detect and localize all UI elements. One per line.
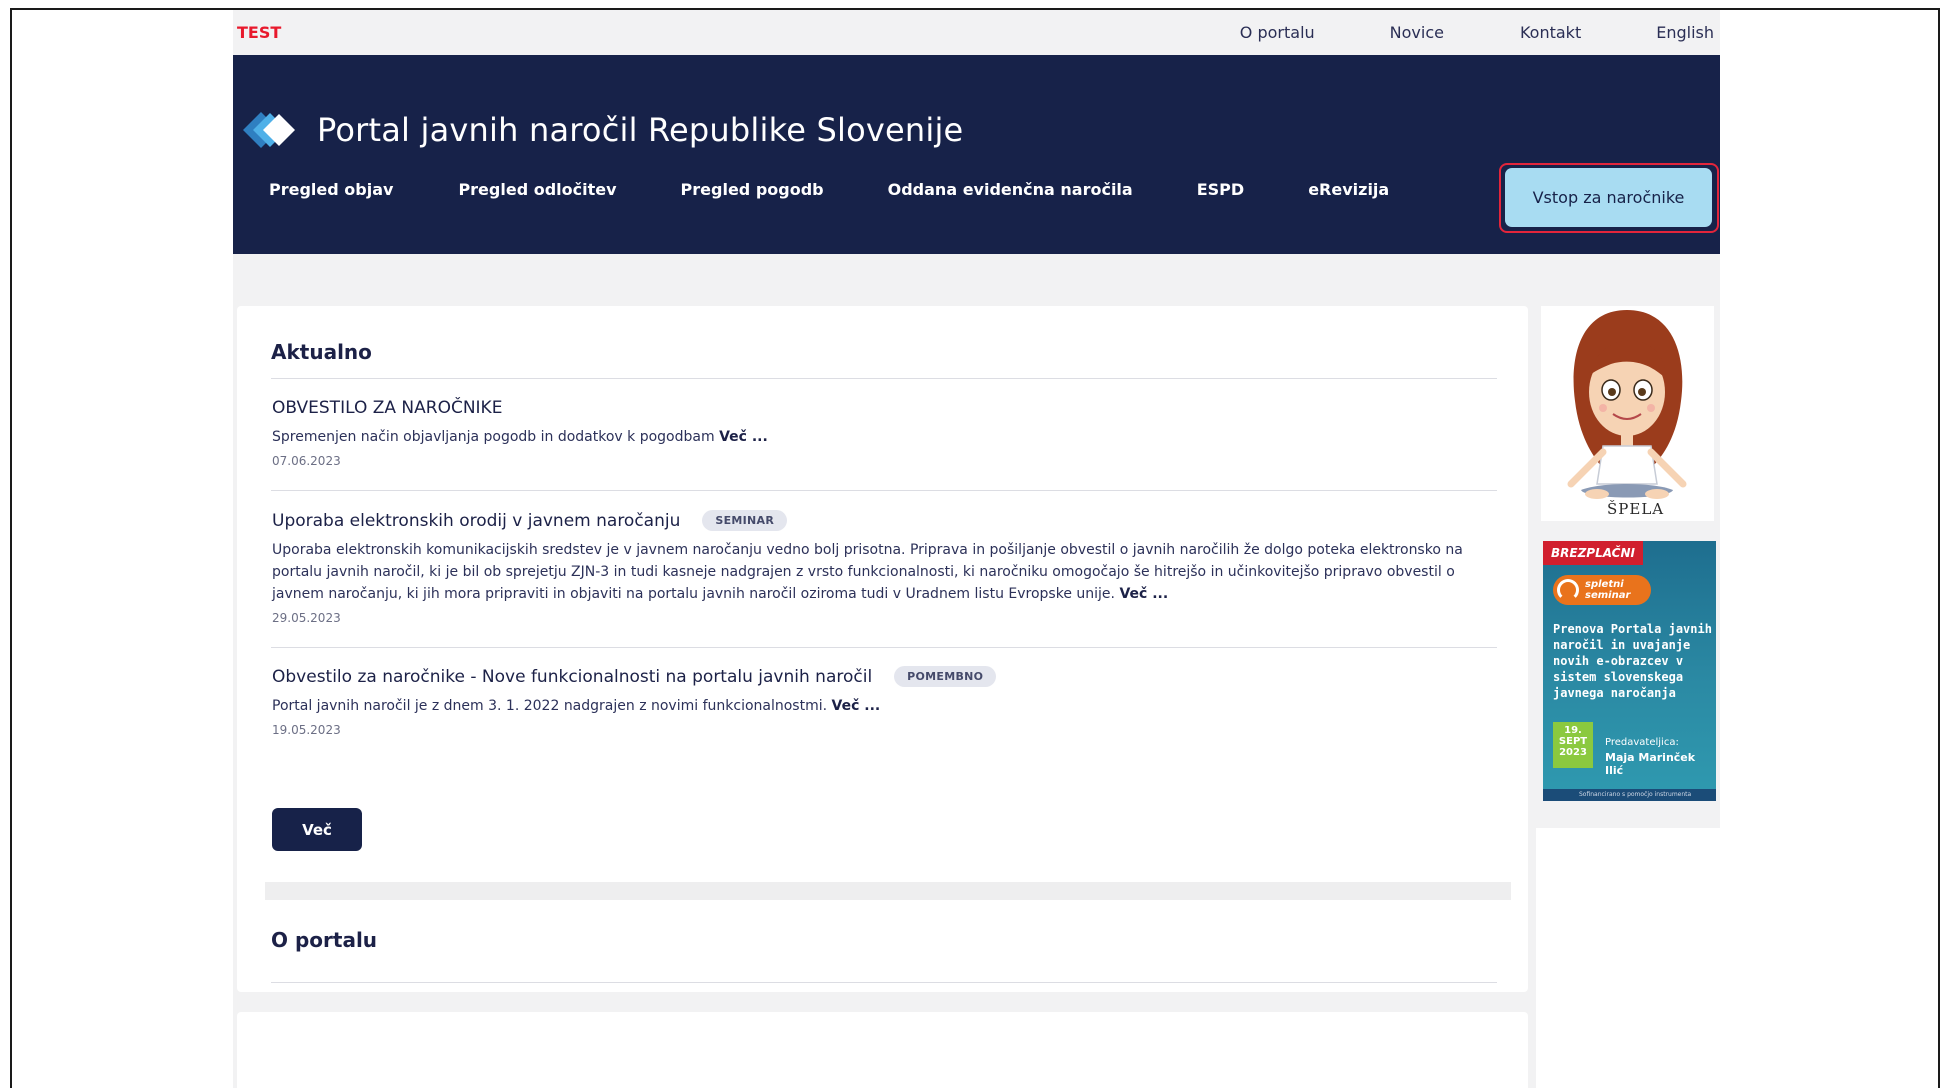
nav-pregled-odlocitev[interactable]: Pregled odločitev bbox=[458, 180, 616, 199]
news-title[interactable]: Uporaba elektronskih orodij v javnem nar… bbox=[272, 510, 1502, 531]
more-link[interactable]: Več ... bbox=[1119, 586, 1168, 602]
nav-pregled-pogodb[interactable]: Pregled pogodb bbox=[681, 180, 824, 199]
divider bbox=[271, 647, 1497, 648]
promo-lecturer-label: Predavateljica: bbox=[1605, 737, 1679, 748]
news-date: 19.05.2023 bbox=[272, 723, 341, 737]
section-title-o-portalu: O portalu bbox=[271, 928, 378, 952]
news-card: Aktualno OBVESTILO ZA NAROČNIKE Spremenj… bbox=[237, 306, 1528, 992]
promo-pill: spletni seminar bbox=[1553, 575, 1651, 605]
promo-lecturer-name: Maja Marinček Ilić bbox=[1605, 751, 1696, 777]
nav-erevizija[interactable]: eRevizija bbox=[1308, 180, 1389, 199]
news-date: 07.06.2023 bbox=[272, 454, 341, 468]
headphones-icon bbox=[1557, 579, 1579, 601]
section-separator bbox=[265, 882, 1511, 900]
news-item: OBVESTILO ZA NAROČNIKE Spremenjen način … bbox=[272, 398, 1502, 468]
promo-pill-text: spletni seminar bbox=[1585, 579, 1631, 601]
site-header: Portal javnih naročil Republike Slovenij… bbox=[233, 55, 1720, 254]
divider bbox=[271, 378, 1497, 379]
promo-tag: BREZPLAČNI bbox=[1543, 541, 1643, 565]
news-date: 29.05.2023 bbox=[272, 611, 341, 625]
sidebar-blank-panel bbox=[1536, 828, 1720, 1088]
page: TEST O portalu Novice Kontakt English Po… bbox=[233, 10, 1720, 1088]
promo-footer: Sofinancirano s pomočjo instrumenta bbox=[1543, 789, 1716, 801]
nav-espd[interactable]: ESPD bbox=[1197, 180, 1244, 199]
nav-oddana-evidencna-narocila[interactable]: Oddana evidenčna naročila bbox=[888, 180, 1133, 199]
divider bbox=[271, 490, 1497, 491]
divider bbox=[271, 982, 1497, 983]
news-summary: Portal javnih naročil je z dnem 3. 1. 20… bbox=[272, 698, 881, 714]
news-title[interactable]: OBVESTILO ZA NAROČNIKE bbox=[272, 398, 1502, 418]
login-button[interactable]: Vstop za naročnike bbox=[1505, 168, 1712, 227]
section-title-aktualno: Aktualno bbox=[271, 340, 372, 364]
top-link-english[interactable]: English bbox=[1656, 23, 1714, 42]
news-item: Obvestilo za naročnike - Nove funkcional… bbox=[272, 666, 1502, 737]
portal-logo-icon[interactable] bbox=[239, 109, 301, 151]
promo-date-month: SEPT bbox=[1558, 736, 1588, 747]
nav-pregled-objav[interactable]: Pregled objav bbox=[269, 180, 393, 199]
promo-date-day: 19. bbox=[1564, 725, 1582, 736]
top-link-kontakt[interactable]: Kontakt bbox=[1520, 23, 1581, 42]
news-summary: Uporaba elektronskih komunikacijskih sre… bbox=[272, 542, 1463, 602]
news-badge: POMEMBNO bbox=[894, 666, 997, 687]
top-bar: TEST O portalu Novice Kontakt English bbox=[233, 10, 1720, 55]
top-links: O portalu Novice Kontakt English bbox=[1240, 23, 1714, 42]
news-badge: SEMINAR bbox=[702, 510, 788, 531]
promo-headline: Prenova Portala javnih naročil in uvajan… bbox=[1553, 622, 1712, 700]
test-environment-label: TEST bbox=[237, 23, 282, 42]
more-news-button[interactable]: Več bbox=[272, 808, 362, 851]
promo-date-badge: 19. SEPT 2023 bbox=[1553, 722, 1593, 768]
news-summary: Spremenjen način objavljanja pogodb in d… bbox=[272, 429, 768, 445]
more-link[interactable]: Več ... bbox=[719, 429, 768, 445]
main-nav: Pregled objav Pregled odločitev Pregled … bbox=[269, 180, 1389, 199]
more-link[interactable]: Več ... bbox=[832, 698, 881, 714]
seminar-promo-banner[interactable]: BREZPLAČNI spletni seminar Prenova Porta… bbox=[1543, 541, 1716, 801]
site-title[interactable]: Portal javnih naročil Republike Slovenij… bbox=[317, 111, 963, 149]
about-card bbox=[237, 1012, 1528, 1088]
promo-date-year: 2023 bbox=[1559, 747, 1587, 758]
top-link-o-portalu[interactable]: O portalu bbox=[1240, 23, 1315, 42]
mascot-caption: ŠPELA bbox=[1607, 500, 1665, 518]
mascot-spela-image[interactable]: ŠPELA bbox=[1541, 306, 1714, 521]
news-item: Uporaba elektronskih orodij v javnem nar… bbox=[272, 510, 1502, 625]
news-title[interactable]: Obvestilo za naročnike - Nove funkcional… bbox=[272, 666, 1502, 687]
mascot-illustration-icon bbox=[1567, 310, 1687, 499]
top-link-novice[interactable]: Novice bbox=[1390, 23, 1444, 42]
